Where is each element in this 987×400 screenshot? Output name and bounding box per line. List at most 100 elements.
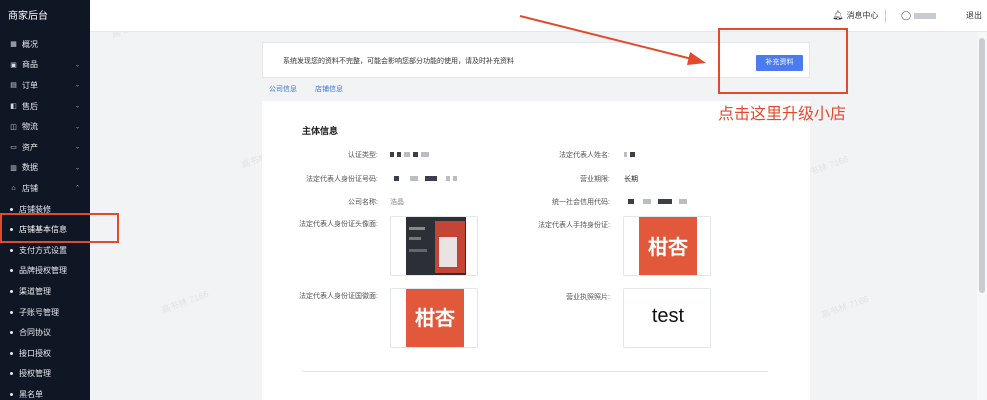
sidebar-subitem-contracts[interactable]: 合同协议 <box>0 322 90 343</box>
user-icon: ◯ <box>901 10 912 20</box>
annotation-highlight-button <box>718 28 848 94</box>
sidebar-item-label: 资产 <box>22 142 38 152</box>
bullet-icon <box>10 392 13 396</box>
company-name-value: 浩晶 <box>390 199 404 206</box>
business-term-value: 长期 <box>624 176 638 183</box>
sidebar-item-products[interactable]: ▣ 商品 ⌄ <box>0 55 90 76</box>
sidebar-subitem-api-auth[interactable]: 接口授权 <box>0 343 90 364</box>
wallet-icon: ▭ <box>10 144 17 152</box>
return-icon: ◧ <box>10 103 17 111</box>
id-front-image[interactable] <box>390 216 478 276</box>
license-label: 营业执照照片: <box>566 294 610 301</box>
credit-code-value <box>628 198 690 205</box>
sidebar-subitem-authorization[interactable]: 授权管理 <box>0 364 90 385</box>
bullet-icon <box>10 331 13 335</box>
sidebar-item-aftersales[interactable]: ◧ 售后 ⌄ <box>0 96 90 117</box>
sidebar-subitem-label: 子账号管理 <box>19 307 59 317</box>
sidebar-item-data[interactable]: ▥ 数据 ⌄ <box>0 158 90 179</box>
sidebar-subitem-label: 黑名单 <box>19 389 43 399</box>
sidebar-subitem-blacklist[interactable]: 黑名单 <box>0 384 90 400</box>
legal-name-label: 法定代表人姓名: <box>559 152 610 159</box>
section-title: 主体信息 <box>302 126 339 136</box>
sidebar-item-label: 订单 <box>22 80 38 90</box>
scrollbar[interactable] <box>977 32 987 400</box>
username-redacted <box>914 12 937 19</box>
bullet-icon <box>10 310 13 314</box>
chevron-down-icon: ⌄ <box>74 103 80 110</box>
sidebar-subitem-subaccounts[interactable]: 子账号管理 <box>0 302 90 323</box>
annotation-text: 点击这里升级小店 <box>718 106 847 123</box>
tab-store-info[interactable]: 店铺信息 <box>315 84 343 94</box>
handheld-image-text: 柑杏 <box>648 237 688 259</box>
user-menu[interactable]: ◯ <box>901 10 937 21</box>
sidebar-item-label: 概况 <box>22 39 38 49</box>
sidebar-subitem-payment[interactable]: 支付方式设置 <box>0 240 90 261</box>
chevron-up-icon: ⌃ <box>74 185 80 192</box>
message-center-link[interactable]: 🔔︎ 消息中心 <box>832 10 878 21</box>
sidebar-subitem-label: 合同协议 <box>19 328 51 338</box>
sidebar-item-store[interactable]: ⌂ 店铺 ⌃ <box>0 178 90 199</box>
tab-company-info[interactable]: 公司信息 <box>269 84 297 94</box>
sidebar-subitem-label: 授权管理 <box>19 369 51 379</box>
watermark: 高书林 7166 <box>819 293 870 321</box>
info-card <box>262 101 810 400</box>
cert-type-value <box>390 151 432 158</box>
id-back-image[interactable]: 柑杏 <box>390 288 478 348</box>
business-term-label: 营业期限: <box>580 176 610 183</box>
store-icon: ⌂ <box>11 184 16 192</box>
sidebar-subitem-brand-auth[interactable]: 品牌授权管理 <box>0 261 90 282</box>
annotation-highlight-sidebar <box>0 213 119 243</box>
sidebar-item-label: 商品 <box>22 60 38 70</box>
sidebar-item-assets[interactable]: ▭ 资产 ⌄ <box>0 137 90 158</box>
sidebar-item-logistics[interactable]: ◫ 物流 ⌄ <box>0 116 90 137</box>
bullet-icon <box>10 372 13 376</box>
legal-id-value <box>394 175 460 182</box>
id-back-label: 法定代表人身份证国徽面: <box>299 293 378 300</box>
sidebar: 商家后台 ▦ 概况 ▣ 商品 ⌄ ▤ 订单 ⌄ ◧ 售后 ⌄ ◫ 物流 ⌄ ▭ … <box>0 0 90 400</box>
message-center-label: 消息中心 <box>846 11 879 20</box>
company-name-label: 公司名称: <box>348 199 378 206</box>
chevron-down-icon: ⌄ <box>74 124 80 131</box>
chevron-down-icon: ⌄ <box>74 165 80 172</box>
sidebar-item-label: 店铺 <box>22 183 38 193</box>
section-divider <box>302 371 768 372</box>
sidebar-item-label: 物流 <box>22 122 38 132</box>
legal-id-label: 法定代表人身份证号码: <box>306 176 378 183</box>
scrollbar-thumb[interactable] <box>979 38 985 293</box>
document-icon: ▤ <box>10 82 17 90</box>
watermark: 高书林 7166 <box>159 288 210 316</box>
truck-icon: ◫ <box>10 123 17 131</box>
cert-type-label: 认证类型: <box>348 152 378 159</box>
top-bar: 🔔︎ 消息中心 ◯ 退出 <box>90 0 987 32</box>
sidebar-item-label: 数据 <box>22 163 38 173</box>
bullet-icon <box>10 207 13 211</box>
legal-name-value <box>624 151 638 158</box>
sidebar-subitem-label: 品牌授权管理 <box>19 266 67 276</box>
sidebar-item-overview[interactable]: ▦ 概况 <box>0 34 90 55</box>
bullet-icon <box>10 248 13 252</box>
sidebar-item-label: 售后 <box>22 101 38 111</box>
license-image-text: test <box>651 305 685 327</box>
bell-icon: 🔔︎ <box>832 10 844 20</box>
sidebar-subitem-label: 接口授权 <box>19 348 51 358</box>
bullet-icon <box>10 289 13 293</box>
chevron-down-icon: ⌄ <box>74 82 80 89</box>
sidebar-item-orders[interactable]: ▤ 订单 ⌄ <box>0 75 90 96</box>
brand-title: 商家后台 <box>8 11 48 22</box>
divider <box>885 9 886 23</box>
bullet-icon <box>10 351 13 355</box>
id-front-label: 法定代表人身份证头像面: <box>299 221 378 228</box>
logout-link[interactable]: 退出 <box>966 10 982 21</box>
chevron-down-icon: ⌄ <box>74 62 80 69</box>
credit-code-label: 统一社会信用代码: <box>552 199 610 206</box>
box-icon: ▣ <box>10 61 17 69</box>
notice-text: 系统发现您的资料不完整，可能会影响您部分功能的使用，请及时补充资料 <box>283 58 514 65</box>
sidebar-subitem-label: 渠道管理 <box>19 286 51 296</box>
grid-icon: ▦ <box>10 41 17 49</box>
license-image[interactable]: test <box>623 288 711 348</box>
sidebar-subitem-label: 支付方式设置 <box>19 245 67 255</box>
chart-icon: ▥ <box>10 164 17 172</box>
sidebar-subitem-channels[interactable]: 渠道管理 <box>0 281 90 302</box>
id-handheld-image[interactable]: 柑杏 <box>623 216 711 276</box>
bullet-icon <box>10 269 13 273</box>
